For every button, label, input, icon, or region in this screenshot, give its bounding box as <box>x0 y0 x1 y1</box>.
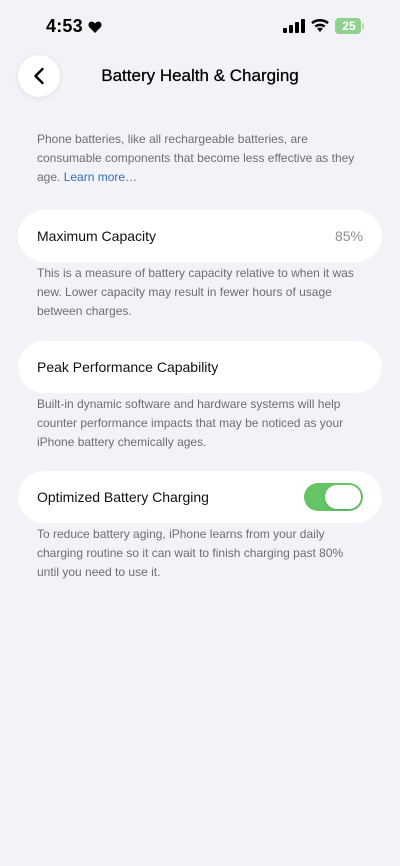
wifi-icon <box>311 19 329 32</box>
optimized-charging-row: Optimized Battery Charging <box>18 471 382 523</box>
cellular-signal-icon <box>283 19 305 33</box>
battery-level: 25 <box>342 19 356 33</box>
page-title: Battery Health & Charging <box>101 66 299 85</box>
peak-performance-row: Peak Performance Capability <box>18 341 382 393</box>
battery-cap <box>362 23 364 29</box>
maximum-capacity-footer: This is a measure of battery capacity re… <box>37 266 354 318</box>
status-time: 4:53 <box>46 16 83 36</box>
maximum-capacity-label: Maximum Capacity <box>37 228 157 244</box>
peak-performance-label: Peak Performance Capability <box>37 359 219 375</box>
maximum-capacity-value: 85% <box>334 228 363 244</box>
maximum-capacity-row: Maximum Capacity 85% <box>18 210 382 262</box>
heart-icon <box>88 21 102 33</box>
optimized-charging-footer: To reduce battery aging, iPhone learns f… <box>37 527 344 579</box>
peak-performance-footer: Built-in dynamic software and hardware s… <box>37 397 344 449</box>
learn-more-link[interactable]: Learn more… <box>64 170 137 184</box>
toggle-knob <box>325 485 361 509</box>
optimized-charging-label: Optimized Battery Charging <box>37 489 209 505</box>
optimized-charging-toggle[interactable] <box>304 483 363 511</box>
status-bar: 4:53 25 <box>0 0 400 52</box>
intro-text: Phone batteries, like all rechargeable b… <box>37 130 367 187</box>
battery-icon: 25 <box>335 18 365 34</box>
